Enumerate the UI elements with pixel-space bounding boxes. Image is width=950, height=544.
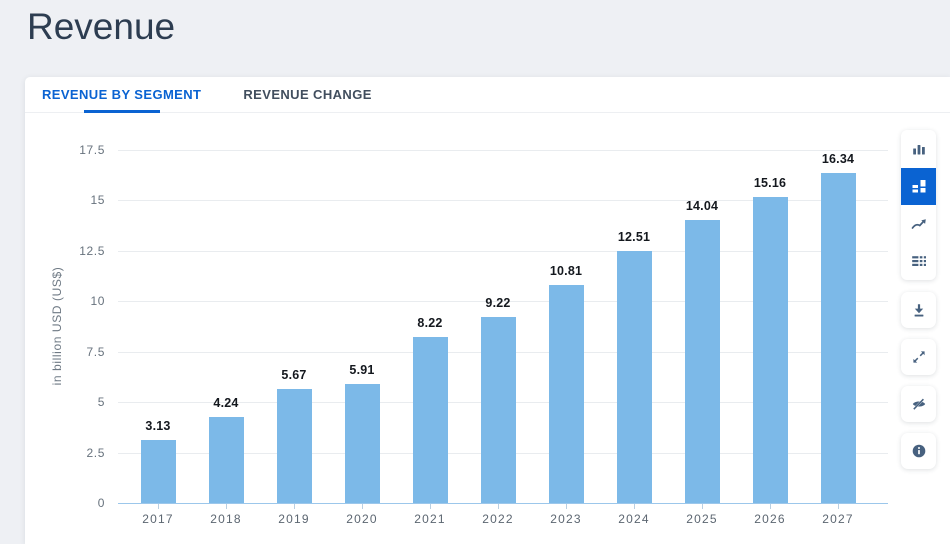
fullscreen-icon: [911, 349, 927, 365]
bar-2025[interactable]: [684, 220, 720, 503]
info-icon: [911, 443, 927, 459]
x-axis-tick: [226, 504, 227, 509]
eye-off-icon: [911, 396, 927, 412]
bar-2026[interactable]: [752, 197, 788, 503]
x-axis-tick: [770, 504, 771, 509]
bar-2023[interactable]: [548, 285, 584, 503]
x-axis-tick: [566, 504, 567, 509]
bar-2020[interactable]: [344, 384, 380, 503]
bar-2022[interactable]: [480, 317, 516, 503]
data-table-button[interactable]: [901, 243, 936, 281]
bar-value-label: 3.13: [145, 419, 171, 433]
x-axis-category-label: 2027: [822, 512, 854, 526]
x-axis-line: [118, 503, 888, 504]
x-axis-tick: [838, 504, 839, 509]
segmented-chart-button[interactable]: [901, 167, 936, 205]
x-axis-tick: [702, 504, 703, 509]
y-axis-tick-label: 7.5: [86, 344, 105, 359]
x-axis-tick: [294, 504, 295, 509]
x-axis-category-label: 2017: [142, 512, 174, 526]
x-axis-category-label: 2018: [210, 512, 242, 526]
bar-value-label: 14.04: [685, 199, 719, 213]
x-axis-category-label: 2022: [482, 512, 514, 526]
bar-value-label: 12.51: [617, 230, 651, 244]
segmented-chart-icon: [911, 178, 927, 194]
bar-value-label: 9.22: [485, 296, 511, 310]
column-chart-icon: [911, 141, 927, 157]
line-chart-button[interactable]: [901, 205, 936, 243]
bar-value-label: 5.91: [349, 363, 375, 377]
bar-2024[interactable]: [616, 251, 652, 503]
bar-value-label: 15.16: [753, 176, 787, 190]
bar-2027[interactable]: [820, 173, 856, 503]
bar-value-label: 10.81: [549, 264, 583, 278]
bar-value-label: 4.24: [213, 396, 239, 410]
y-axis-title: in billion USD (US$): [50, 266, 64, 385]
y-axis-tick-label: 2.5: [86, 445, 105, 460]
y-axis-tick-label: 15: [90, 193, 105, 208]
x-axis-category-label: 2020: [346, 512, 378, 526]
x-axis-tick: [362, 504, 363, 509]
bar-value-label: 16.34: [821, 152, 855, 166]
fullscreen-button[interactable]: [901, 339, 936, 375]
info-button[interactable]: [901, 433, 936, 469]
y-axis-tick-label: 0: [97, 496, 105, 510]
download-icon: [911, 302, 927, 318]
gridline: [118, 150, 888, 151]
x-axis-category-label: 2021: [414, 512, 446, 526]
column-chart-button[interactable]: [901, 130, 936, 168]
bar-value-label: 5.67: [281, 368, 307, 382]
x-axis-tick: [634, 504, 635, 509]
chart-type-toolbar: [901, 130, 936, 280]
x-axis-tick: [498, 504, 499, 509]
download-button[interactable]: [901, 292, 936, 328]
x-axis-category-label: 2024: [618, 512, 650, 526]
y-axis-tick-label: 17.5: [79, 143, 105, 157]
bar-2018[interactable]: [208, 417, 244, 503]
x-axis-tick: [158, 504, 159, 509]
x-axis-category-label: 2019: [278, 512, 310, 526]
x-axis-tick: [430, 504, 431, 509]
line-chart-icon: [911, 216, 927, 232]
x-axis-category-label: 2023: [550, 512, 582, 526]
page-title: Revenue: [27, 6, 176, 47]
chart-card: REVENUE BY SEGMENT REVENUE CHANGE 0 2.5 5 7…: [25, 77, 950, 544]
data-table-icon: [911, 253, 927, 269]
y-axis-tick-label: 5: [97, 395, 105, 410]
x-axis-category-label: 2026: [754, 512, 786, 526]
bar-2021[interactable]: [412, 337, 448, 503]
y-axis-tick-label: 10: [90, 294, 105, 309]
bar-value-label: 8.22: [417, 316, 443, 330]
bar-2019[interactable]: [276, 389, 312, 503]
y-axis-tick-label: 12.5: [79, 243, 105, 258]
bar-2017[interactable]: [140, 440, 176, 503]
hide-data-button[interactable]: [901, 386, 936, 422]
x-axis-category-label: 2025: [686, 512, 718, 526]
bar-chart: 0 2.5 5 7.5 10 12.5 15 17.5 3.13 2017 4.24 2018 5.67…: [25, 77, 950, 544]
